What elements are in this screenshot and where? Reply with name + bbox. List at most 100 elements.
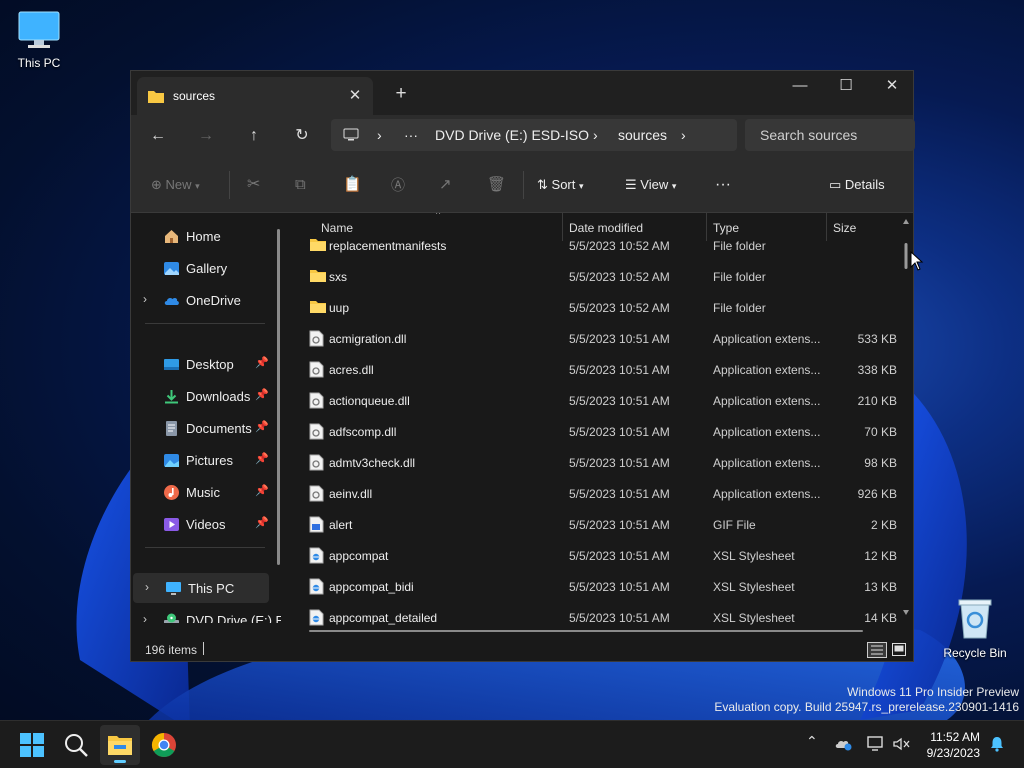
taskbar-file-explorer[interactable] [100,725,140,765]
cloud-icon [164,297,179,305]
cut-icon[interactable]: ✂ [247,157,260,213]
pin-icon[interactable]: 📌 [255,388,269,401]
forward-button[interactable]: → [191,123,221,149]
sidebar-item-pictures[interactable]: Pictures 📌 [131,445,281,475]
pin-icon[interactable]: 📌 [255,516,269,529]
file-type: Application extens... [713,487,821,501]
vertical-scrollbar[interactable] [903,219,909,619]
toolbar-divider [523,171,524,199]
pin-icon[interactable]: 📌 [255,452,269,465]
pin-icon[interactable]: 📌 [255,484,269,497]
table-row[interactable]: adfscomp.dll 5/5/2023 10:51 AM Application… [289,416,909,447]
minimize-button[interactable]: — [777,71,823,103]
sidebar-item-music[interactable]: Music 📌 [131,477,281,507]
table-row[interactable]: aeinv.dll 5/5/2023 10:51 AM Application ex… [289,478,909,509]
tiles-view-icon[interactable] [891,642,907,658]
desktop-icon-this-pc[interactable]: This PC [4,10,74,70]
table-row[interactable]: appcompat_bidi 5/5/2023 10:51 AM XSL Style… [289,571,909,602]
tab-sources[interactable]: sources ✕ [137,77,373,115]
onedrive-status-icon[interactable] [834,736,854,752]
file-icon-wrap [309,299,327,317]
sidebar-item-downloads[interactable]: Downloads 📌 [131,381,281,411]
more-options-button[interactable]: ··· [715,157,731,213]
pin-icon[interactable]: 📌 [255,420,269,433]
sidebar-item-desktop[interactable]: Desktop 📌 [131,349,281,379]
delete-icon[interactable]: 🗑 [487,157,506,213]
desktop-icon [164,359,179,370]
pictures-icon [164,454,179,467]
sidebar-item-this-pc[interactable]: › This PC [133,573,269,603]
start-button[interactable] [12,725,52,765]
table-row[interactable]: acres.dll 5/5/2023 10:51 AM Application ex… [289,354,909,385]
table-row[interactable]: actionqueue.dll 5/5/2023 10:51 AM Applicat… [289,385,909,416]
paste-icon[interactable]: 📋 [343,157,362,213]
chevron-right-icon: › [143,612,147,623]
file-type: File folder [713,301,766,315]
table-row[interactable]: replacementmanifests 5/5/2023 10:52 AM Fil… [289,230,909,261]
details-button[interactable]: ▭ Details [829,157,885,213]
new-tab-button[interactable]: + [389,83,413,107]
close-button[interactable]: ✕ [869,71,915,103]
chevron-up-icon[interactable]: ⌃ [806,733,818,750]
details-label: Details [844,177,885,192]
view-button[interactable]: ☰ View ▾ [625,157,676,213]
details-view-icon[interactable] [867,642,887,658]
file-explorer-window: sources ✕ + — ☐ ✕ ← → ↑ ↻ › ··· DVD Driv… [130,70,915,662]
search-input[interactable]: Search sources [745,119,915,151]
file-name: appcompat_detailed [329,611,438,625]
nav-scrollbar[interactable] [277,229,280,565]
monitor-icon [18,11,60,48]
sidebar-item-dvd-drive[interactable]: › DVD Drive (E:) ES [131,605,281,623]
breadcrumb-item-sources[interactable]: sources [618,127,667,143]
title-bar[interactable]: sources ✕ + — ☐ ✕ [131,71,913,115]
table-row[interactable]: sxs 5/5/2023 10:52 AM File folder [289,261,909,292]
volume-muted-icon[interactable] [892,736,912,752]
table-row[interactable]: alert 5/5/2023 10:51 AM GIF File 2 KB [289,509,909,540]
close-tab-icon[interactable]: ✕ [345,86,365,106]
up-button[interactable]: ↑ [239,123,269,149]
table-row[interactable]: appcompat 5/5/2023 10:51 AM XSL Stylesheet… [289,540,909,571]
file-type: File folder [713,270,766,284]
refresh-button[interactable]: ↻ [287,123,317,149]
network-icon[interactable] [866,735,886,753]
back-button[interactable]: ← [143,123,173,149]
file-size: 70 KB [864,425,897,439]
file-date: 5/5/2023 10:52 AM [569,270,670,284]
new-button[interactable]: ⊕ New ▾ [151,157,200,213]
breadcrumb-more[interactable]: ··· [404,127,418,143]
file-date: 5/5/2023 10:51 AM [569,332,670,346]
sidebar-item-videos[interactable]: Videos 📌 [131,509,281,539]
item-count: 196 items [145,643,198,657]
system-clock[interactable]: 11:52 AM 9/23/2023 [927,729,980,761]
table-row[interactable]: admtv3check.dll 5/5/2023 10:51 AM Applicat… [289,447,909,478]
pin-icon[interactable]: 📌 [255,356,269,369]
share-icon[interactable]: ↗ [439,157,452,213]
rename-icon[interactable]: Ⓐ [391,157,405,213]
table-row[interactable]: uup 5/5/2023 10:52 AM File folder [289,292,909,323]
taskbar-chrome[interactable] [144,725,184,765]
breadcrumb-item-dvd[interactable]: DVD Drive (E:) ESD-ISO [435,127,589,143]
dvd-drive-icon [164,613,179,623]
sidebar-item-onedrive[interactable]: › OneDrive [131,285,281,315]
copy-icon[interactable]: ⧉ [295,157,306,213]
sidebar-item-gallery[interactable]: Gallery [131,253,281,283]
recycle-bin-icon [958,599,992,639]
file-type: File folder [713,239,766,253]
desktop-icon-recycle-bin[interactable]: Recycle Bin [940,596,1010,660]
search-button[interactable] [56,725,96,765]
file-date: 5/5/2023 10:52 AM [569,239,670,253]
file-icon-wrap [309,547,324,567]
breadcrumb[interactable]: › ··· DVD Drive (E:) ESD-ISO › sources › [331,119,737,151]
maximize-button[interactable]: ☐ [823,71,869,103]
download-icon [165,390,178,404]
dll-file-icon [309,454,324,471]
sidebar-item-home[interactable]: Home [131,221,281,251]
table-row[interactable]: appcompat_detailed 5/5/2023 10:51 AM XSL S… [289,602,909,633]
nav-divider [145,547,265,548]
sidebar-item-documents[interactable]: Documents 📌 [131,413,281,443]
horizontal-scrollbar[interactable] [309,630,863,632]
sidebar-item-label: This PC [188,581,235,596]
notification-bell-icon[interactable] [988,735,1006,753]
sort-button[interactable]: ⇅ Sort ▾ [537,157,584,213]
table-row[interactable]: acmigration.dll 5/5/2023 10:51 AM Applicat… [289,323,909,354]
